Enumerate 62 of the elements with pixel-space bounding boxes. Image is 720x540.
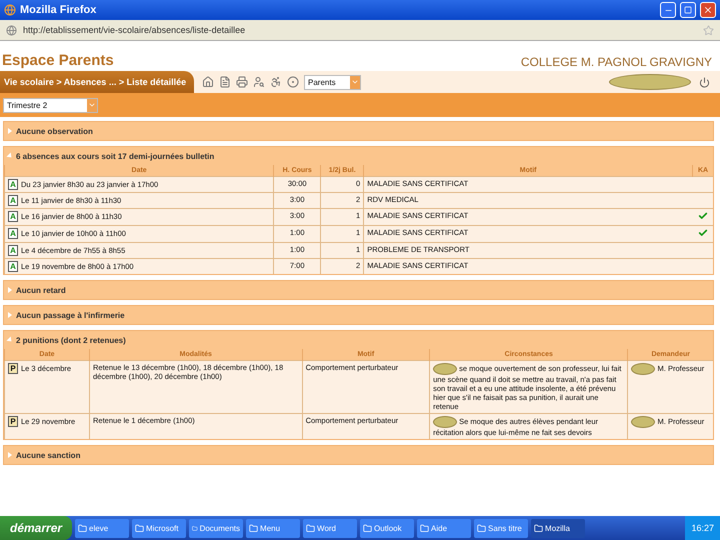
section-header[interactable]: Aucun passage à l'infirmerie <box>4 306 713 324</box>
absence-marker: A <box>8 228 18 239</box>
taskbar-button[interactable]: Word <box>303 518 358 538</box>
printer-icon[interactable] <box>236 76 248 88</box>
folder-icon <box>363 524 372 532</box>
section-header[interactable]: 2 punitions (dont 2 retenues) <box>4 331 713 349</box>
caret-icon <box>88 101 96 109</box>
absence-marker: A <box>8 195 18 206</box>
absence-marker: A <box>8 211 18 222</box>
close-button[interactable] <box>700 2 716 18</box>
table-cell <box>692 258 713 274</box>
folder-icon <box>192 524 198 532</box>
section-header[interactable]: 6 absences aux cours soit 17 demi-journées bulletin <box>4 147 713 165</box>
school-name: COLLEGE M. PAGNOL GRAVIGNY <box>520 55 712 69</box>
redaction-mark <box>631 416 656 428</box>
absence-marker: A <box>8 179 18 190</box>
document-icon[interactable] <box>219 76 231 88</box>
folder-icon <box>135 524 144 532</box>
profile-select[interactable]: Parents <box>304 74 361 90</box>
start-button[interactable]: démarrer <box>0 516 72 540</box>
table-cell <box>692 176 713 192</box>
maximize-icon <box>684 6 692 14</box>
folder-icon <box>249 524 258 532</box>
breadcrumb-menu[interactable]: Vie scolaire > Absences ... > Liste détaillée <box>0 71 194 93</box>
app-title: Espace Parents <box>2 52 114 69</box>
person-search-icon[interactable] <box>253 76 265 88</box>
section-header[interactable]: Aucune sanction <box>4 446 713 464</box>
power-icon[interactable] <box>699 76 710 88</box>
home-icon[interactable] <box>202 76 214 88</box>
punishment-marker: P <box>8 363 18 374</box>
taskbar-button[interactable]: Menu <box>246 518 300 538</box>
globe-icon <box>6 24 17 36</box>
absence-marker: A <box>8 245 18 256</box>
taskbar-button[interactable]: eleve <box>75 518 130 538</box>
taskbar-button[interactable]: Aide <box>417 518 472 538</box>
taskbar-button[interactable]: Sans titre <box>474 518 528 538</box>
section-header[interactable]: Aucune observation <box>4 122 713 140</box>
taskbar-button[interactable]: Microsoft <box>132 518 186 538</box>
folder-icon <box>306 524 316 532</box>
absence-marker: A <box>8 261 18 272</box>
clock: 16:27 <box>691 523 714 533</box>
minimize-button[interactable] <box>660 2 676 18</box>
section-header[interactable]: Aucun retard <box>4 281 713 299</box>
window-title: Mozilla Firefox <box>20 4 98 16</box>
redaction-mark <box>433 416 458 428</box>
folder-icon <box>477 524 486 532</box>
folder-icon <box>534 524 544 532</box>
taskbar-button[interactable]: Documents <box>189 518 244 538</box>
folder-icon <box>420 524 430 532</box>
browser-icon <box>4 4 16 16</box>
period-select[interactable]: Trimestre 2 <box>3 98 98 112</box>
caret-icon <box>351 78 359 86</box>
wheelchair-icon[interactable] <box>270 76 282 88</box>
target-icon[interactable] <box>287 76 299 88</box>
close-icon <box>703 5 713 15</box>
taskbar-button[interactable]: Mozilla <box>531 518 586 538</box>
punishment-marker: P <box>8 416 18 427</box>
redaction-mark <box>631 363 656 375</box>
maximize-button[interactable] <box>680 2 696 18</box>
taskbar-button[interactable]: Outlook <box>360 518 414 538</box>
redaction-mark <box>433 363 458 375</box>
folder-icon <box>78 524 88 532</box>
